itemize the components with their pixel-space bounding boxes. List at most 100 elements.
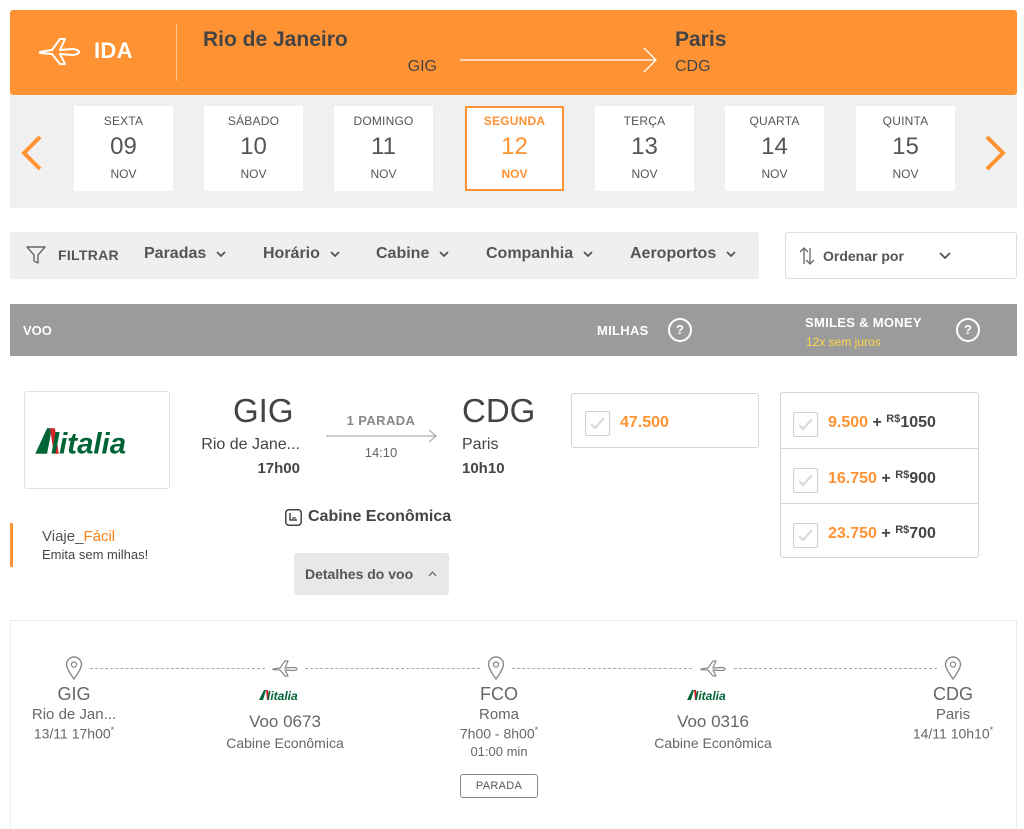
select-checkbox[interactable]: [793, 523, 818, 548]
origin-city: Rio de Janeiro: [203, 28, 348, 51]
chevron-right-icon[interactable]: [979, 133, 1009, 173]
chevron-down-icon: [330, 251, 340, 258]
destination-code: CDG: [675, 58, 711, 75]
date-day: 12: [501, 133, 528, 160]
chevron-down-icon: [439, 251, 449, 258]
help-icon[interactable]: ?: [668, 318, 692, 342]
option-points: 16.750: [828, 470, 877, 487]
alitalia-logo: litalia: [24, 391, 170, 489]
timeline-dashed-line: [734, 668, 937, 669]
results-header: VOO MILHAS ? SMILES & MONEY 12x sem juro…: [10, 304, 1017, 356]
viaje-facil-promo[interactable]: Viaje_Fácil: [42, 528, 115, 545]
seat-icon: [285, 509, 302, 526]
miles-column-header: MILHAS: [597, 323, 649, 338]
direction-label: IDA: [94, 38, 133, 63]
select-checkbox[interactable]: [793, 468, 818, 493]
location-pin-icon: [944, 656, 962, 680]
stop-time: 7h00 - 8h00*: [429, 725, 569, 742]
chevron-down-icon: [939, 252, 951, 260]
origin-code: GIG: [407, 58, 437, 75]
flight-origin-code: GIG: [233, 392, 294, 429]
filter-time-dropdown[interactable]: Horário: [263, 245, 340, 263]
date-weekday: SEXTA: [103, 114, 144, 128]
stop-time: 14/11 10h10*: [893, 725, 1013, 742]
route-header: IDA Rio de Janeiro GIG Paris CDG: [10, 10, 1017, 95]
date-card-selected[interactable]: SEGUNDA 12 NOV: [465, 106, 564, 191]
stop-time-mark: *: [989, 725, 994, 735]
select-checkbox[interactable]: [793, 412, 818, 437]
date-weekday: DOMINGO: [353, 114, 414, 128]
alitalia-logo: litalia: [259, 689, 298, 702]
alitalia-logo: litalia: [687, 689, 726, 702]
details-button-label: Detalhes do voo: [305, 566, 414, 582]
filter-icon: [26, 246, 46, 264]
promo-prefix: Viaje_: [42, 528, 84, 545]
stop-time-mark: *: [534, 725, 539, 735]
chevron-down-icon: [726, 251, 736, 258]
smiles-money-option[interactable]: 9.500 + R$1050: [781, 393, 978, 448]
stop-time-value: 13/11 17h00: [33, 725, 111, 742]
svg-text:litalia: litalia: [51, 428, 126, 461]
date-month: NOV: [370, 167, 397, 181]
date-day: 10: [240, 133, 267, 160]
filter-stops-dropdown[interactable]: Paradas: [144, 245, 226, 263]
plane-icon: [700, 660, 726, 677]
promo-subtitle: Emita sem milhas!: [42, 547, 149, 562]
date-card[interactable]: DOMINGO 11 NOV: [334, 106, 433, 191]
flight-duration: 14:10: [364, 445, 398, 460]
date-month: NOV: [631, 167, 658, 181]
filter-airports-dropdown[interactable]: Aeroportos: [630, 245, 736, 263]
stop-city: Paris: [935, 706, 971, 723]
stopover-badge: PARADA: [460, 774, 538, 798]
smiles-money-options: 9.500 + R$1050 16.750 + R$900 23.750 + R…: [780, 392, 979, 558]
date-card[interactable]: SÁBADO 10 NOV: [204, 106, 303, 191]
smiles-money-option[interactable]: 23.750 + R$700: [781, 503, 978, 558]
help-icon[interactable]: ?: [956, 318, 980, 342]
date-day: 14: [761, 133, 788, 160]
filter-cabin-dropdown[interactable]: Cabine: [376, 245, 449, 263]
route-arrow-icon: [460, 47, 657, 73]
segment-cabin: Cabine Econômica: [654, 735, 772, 751]
sort-label: Ordenar por: [823, 248, 904, 264]
date-card[interactable]: QUINTA 15 NOV: [856, 106, 955, 191]
chevron-down-icon: [583, 251, 593, 258]
flight-column-header: VOO: [23, 323, 52, 338]
date-weekday: QUARTA: [749, 114, 800, 128]
miles-price: 47.500: [620, 414, 669, 431]
date-card[interactable]: SEXTA 09 NOV: [74, 106, 173, 191]
filter-bar: FILTRAR Paradas Horário Cabine Companhia…: [10, 232, 759, 279]
stop-time-value: 14/11 10h10: [912, 725, 990, 742]
check-icon: [798, 418, 813, 431]
date-weekday: QUINTA: [882, 114, 929, 128]
option-amount: 900: [909, 470, 936, 487]
select-checkbox[interactable]: [585, 411, 610, 436]
date-day: 11: [371, 133, 396, 160]
smiles-money-option[interactable]: 16.750 + R$900: [781, 448, 978, 503]
filter-airline-dropdown[interactable]: Companhia: [486, 245, 593, 263]
filter-item-label: Companhia: [486, 245, 574, 262]
itinerary-segment: litalia Voo 0673 Cabine Econômica: [205, 688, 365, 751]
date-card[interactable]: QUARTA 14 NOV: [725, 106, 824, 191]
timeline-dashed-line: [90, 668, 265, 669]
location-pin-icon: [65, 656, 83, 680]
chevron-left-icon[interactable]: [18, 133, 48, 173]
filter-item-label: Cabine: [376, 245, 430, 262]
option-points: 9.500: [828, 414, 869, 431]
plane-icon: [272, 660, 298, 677]
date-card[interactable]: TERÇA 13 NOV: [595, 106, 694, 191]
filter-label: FILTRAR: [58, 247, 119, 263]
plane-icon: [39, 38, 80, 65]
cabin-class: Cabine Econômica: [308, 508, 452, 525]
check-icon: [798, 474, 813, 487]
option-currency: R$: [895, 469, 910, 481]
option-plus: +: [881, 525, 891, 542]
svg-text:litalia: litalia: [267, 689, 298, 702]
header-divider: [176, 24, 177, 81]
option-amount: 1050: [900, 414, 936, 431]
stop-city: Roma: [478, 706, 519, 723]
flight-details-button[interactable]: Detalhes do voo: [294, 553, 449, 595]
svg-text:litalia: litalia: [695, 689, 726, 702]
miles-price-option[interactable]: 47.500: [571, 393, 759, 448]
sort-dropdown[interactable]: Ordenar por: [785, 232, 1017, 279]
stop-time-value: 7h00 - 8h00: [459, 725, 535, 742]
